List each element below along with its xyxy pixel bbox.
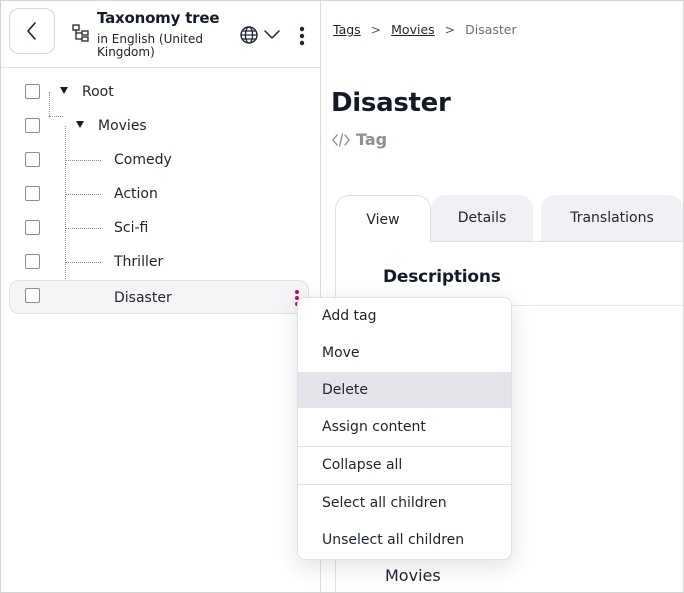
tree-item-label: Thriller [114,254,164,270]
tree-item-label: Sci-fi [114,220,149,236]
chevron-left-icon [27,22,36,40]
section-title-descriptions: Descriptions [383,267,501,287]
menu-item-collapse-all[interactable]: Collapse all [298,447,511,483]
field-value: Movies [385,566,441,585]
tree-item-action[interactable]: Action [9,178,309,210]
caret-down-icon[interactable] [60,87,68,94]
tree-item-comedy[interactable]: Comedy [9,144,309,176]
tree-item-checkbox[interactable] [25,220,40,235]
tab-panel-border [431,241,683,242]
tree-item-checkbox[interactable] [25,254,40,269]
sidebar-header: Taxonomy tree in English (United Kingdom… [1,1,320,68]
chevron-down-icon[interactable] [263,27,281,41]
code-icon [332,132,350,147]
back-button[interactable] [9,8,55,54]
tree-item-checkbox[interactable] [25,288,40,303]
breadcrumb: Tags > Movies > Disaster [333,22,517,37]
menu-item-move[interactable]: Move [298,335,511,371]
tree-item-label: Root [82,84,114,100]
app-window: Taxonomy tree in English (United Kingdom… [0,0,684,593]
tree-item-sci-fi[interactable]: Sci-fi [9,212,309,244]
tree-item-root[interactable]: Root [9,76,309,108]
content-type-label: Tag [332,130,387,149]
tree-item-checkbox[interactable] [25,186,40,201]
tree-item-disaster[interactable]: Disaster [9,280,309,314]
menu-item-assign-content[interactable]: Assign content [298,409,511,445]
breadcrumb-link-movies[interactable]: Movies [391,22,435,37]
tree-item-label: Disaster [114,290,172,306]
tree-item-movies[interactable]: Movies [9,110,309,142]
taxonomy-sidebar: Taxonomy tree in English (United Kingdom… [1,1,321,592]
caret-down-icon[interactable] [76,121,84,128]
breadcrumb-separator: > [370,22,382,37]
tab-translations[interactable]: Translations [541,195,683,241]
tree-item-checkbox[interactable] [25,84,40,99]
breadcrumb-separator: > [444,22,456,37]
tab-view[interactable]: View [335,195,431,243]
tab-bar: View Details Translations [335,195,683,243]
taxonomy-tree-icon [72,24,89,42]
tab-details[interactable]: Details [431,195,533,241]
menu-item-delete[interactable]: Delete [298,372,511,408]
page-title: Disaster [331,88,451,118]
sidebar-title: Taxonomy tree [97,9,220,27]
breadcrumb-current: Disaster [465,22,517,37]
kebab-icon[interactable] [297,25,307,47]
tree-item-label: Movies [98,118,147,134]
breadcrumb-link-tags[interactable]: Tags [333,22,361,37]
content-type-name: Tag [356,130,388,149]
menu-item-unselect-all-children[interactable]: Unselect all children [298,522,511,558]
menu-item-select-all-children[interactable]: Select all children [298,485,511,521]
globe-icon[interactable] [239,25,259,45]
tree-item-checkbox[interactable] [25,152,40,167]
tree-item-checkbox[interactable] [25,118,40,133]
tree-item-label: Comedy [114,152,172,168]
sidebar-language-label: in English (United Kingdom) [97,32,204,59]
tree-item-label: Action [114,186,158,202]
context-menu: Add tag Move Delete Assign content Colla… [297,297,512,560]
tree-item-thriller[interactable]: Thriller [9,246,309,278]
menu-item-add-tag[interactable]: Add tag [298,298,511,334]
